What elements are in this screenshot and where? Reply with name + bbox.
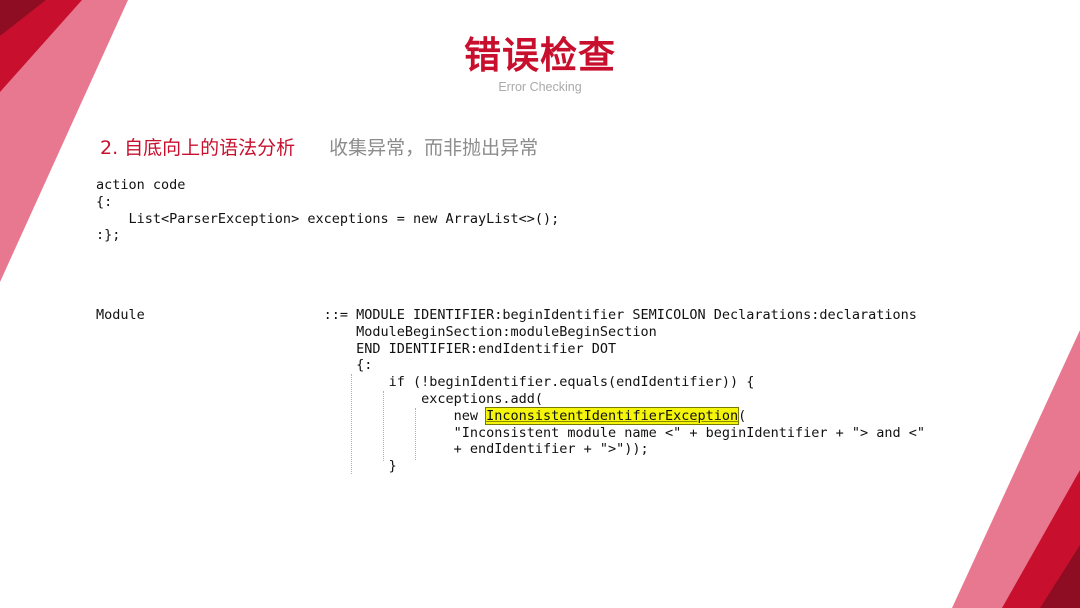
code-line: END IDENTIFIER:endIdentifier DOT xyxy=(96,340,617,357)
code-line: } xyxy=(96,458,397,475)
code-line: {: xyxy=(96,357,373,374)
section-heading-note: 收集异常，而非抛出异常 xyxy=(329,137,539,159)
module-grammar-code-block: Module ::= MODULE IDENTIFIER:beginIdenti… xyxy=(96,307,925,475)
code-line: Module ::= MODULE IDENTIFIER:beginIdenti… xyxy=(96,307,917,323)
code-line: exceptions.add( xyxy=(96,390,544,407)
code-line: ModuleBeginSection:moduleBeginSection xyxy=(96,323,657,340)
highlighted-exception-class: InconsistentIdentifierException xyxy=(485,406,740,425)
section-heading-number: 2. 自底向上的语法分析 xyxy=(100,137,296,159)
code-line: {: xyxy=(96,193,113,210)
code-text: ( xyxy=(738,407,747,424)
action-code-block: action code {: List<ParserException> exce… xyxy=(96,177,559,244)
code-text: new xyxy=(96,407,487,424)
section-heading: 2. 自底向上的语法分析 收集异常，而非抛出异常 xyxy=(100,136,538,160)
slide-subtitle: Error Checking xyxy=(498,80,582,94)
code-line: :}; xyxy=(96,227,121,244)
code-line: if (!beginIdentifier.equals(endIdentifie… xyxy=(96,374,755,391)
code-line: + endIdentifier + ">")); xyxy=(96,441,649,458)
code-crop-mask xyxy=(96,474,916,484)
code-line: action code xyxy=(96,177,186,193)
code-line: "Inconsistent module name <" + beginIden… xyxy=(96,424,926,441)
slide-title: 错误检查 xyxy=(464,34,616,77)
code-line: List<ParserException> exceptions = new A… xyxy=(96,210,560,227)
code-line: new InconsistentIdentifierException( xyxy=(96,406,925,425)
